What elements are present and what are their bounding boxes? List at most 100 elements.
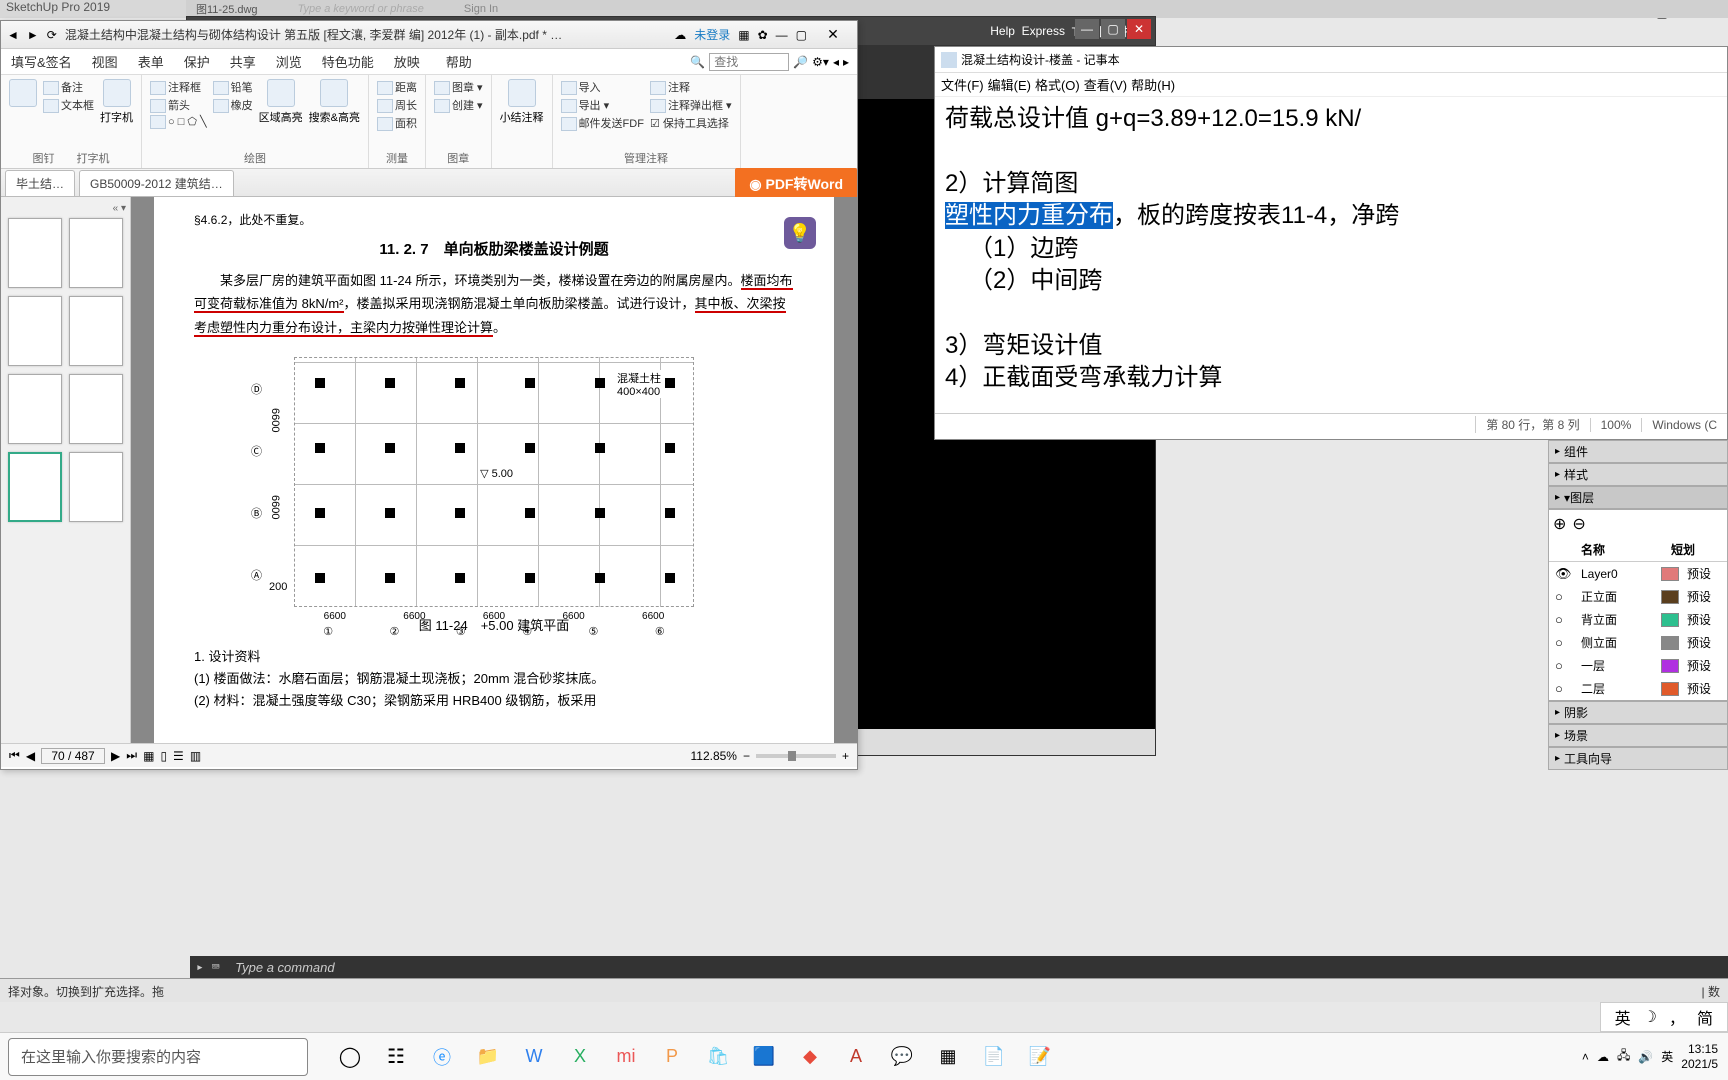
add-layer-icon[interactable]: ⊕ bbox=[1553, 514, 1566, 534]
rib-comment-box[interactable]: 注释框 bbox=[150, 79, 207, 95]
refresh-icon[interactable]: ⟳ bbox=[47, 28, 57, 42]
mi-icon[interactable]: mi bbox=[604, 1035, 648, 1079]
edge-icon[interactable]: ⓔ bbox=[420, 1035, 464, 1079]
notepad-text-area[interactable]: 荷载总设计值 g+q=3.89+12.0=15.9 kN/ 2）计算简图 塑性内… bbox=[935, 97, 1727, 413]
rib-pushpin[interactable] bbox=[9, 79, 37, 125]
layer-row[interactable]: ○ 正立面 预设 bbox=[1549, 585, 1727, 608]
skin-icon[interactable]: ✿ bbox=[758, 28, 768, 42]
page-indicator[interactable]: 70 / 487 bbox=[41, 748, 105, 764]
nav-next-icon[interactable]: ▶ bbox=[111, 749, 120, 763]
store-icon[interactable]: 🛍 bbox=[696, 1035, 740, 1079]
pdf-menu-sign[interactable]: 填写&签名 bbox=[1, 52, 82, 71]
rib-annot[interactable]: 注释 bbox=[650, 79, 732, 95]
rib-annot-popup[interactable]: 注释弹出框 ▾ bbox=[650, 97, 732, 113]
layer-color-swatch[interactable] bbox=[1661, 567, 1679, 581]
su-panel-styles[interactable]: 样式 bbox=[1548, 463, 1728, 486]
rib-typewriter[interactable]: 打字机 bbox=[100, 79, 133, 125]
np-menu-edit[interactable]: 编辑(E) bbox=[988, 75, 1031, 94]
visibility-icon[interactable]: ○ bbox=[1555, 658, 1573, 673]
page-thumbnail[interactable] bbox=[8, 218, 62, 288]
remove-layer-icon[interactable]: ⊖ bbox=[1572, 514, 1585, 534]
page-thumbnail[interactable] bbox=[69, 296, 123, 366]
zoom-slider[interactable] bbox=[756, 754, 836, 758]
visibility-icon[interactable]: ○ bbox=[1555, 681, 1573, 696]
ime-toolbar[interactable]: 英 ☽ ， 简 bbox=[1600, 1002, 1728, 1032]
rib-keep-tool[interactable]: ☑ 保持工具选择 bbox=[650, 115, 732, 131]
autocad-menu-help[interactable]: Help bbox=[990, 24, 1015, 38]
page-thumbnail[interactable] bbox=[8, 296, 62, 366]
layer-color-swatch[interactable] bbox=[1661, 590, 1679, 604]
visibility-icon[interactable]: 👁 bbox=[1555, 566, 1573, 582]
search-next-icon[interactable]: ▸ bbox=[843, 55, 849, 69]
page-thumbnail-selected[interactable] bbox=[8, 452, 62, 522]
layer-color-swatch[interactable] bbox=[1661, 613, 1679, 627]
excel-icon[interactable]: X bbox=[558, 1035, 602, 1079]
page-thumbnail[interactable] bbox=[69, 452, 123, 522]
visibility-icon[interactable]: ○ bbox=[1555, 589, 1573, 604]
pdf-menu-view[interactable]: 视图 bbox=[82, 52, 128, 71]
layout-double-icon[interactable]: ▥ bbox=[190, 749, 201, 763]
layer-row[interactable]: ○ 二层 预设 bbox=[1549, 677, 1727, 700]
cad-signin[interactable]: Sign In bbox=[464, 3, 498, 15]
pdf-tab[interactable]: 毕土结… bbox=[5, 170, 75, 196]
tray-cloud-icon[interactable]: ☁ bbox=[1597, 1050, 1609, 1064]
ime-simplified[interactable]: 简 bbox=[1697, 1005, 1713, 1029]
layer-row[interactable]: 👁 Layer0 预设 bbox=[1549, 562, 1727, 585]
ime-lang[interactable]: 英 bbox=[1615, 1005, 1631, 1029]
pdf-close[interactable]: ✕ bbox=[815, 26, 851, 43]
su-panel-shadows[interactable]: 阴影 bbox=[1548, 701, 1728, 724]
rib-shapes[interactable]: ○ □ ⬠ ╲ bbox=[150, 115, 207, 129]
forward-icon[interactable]: ► bbox=[27, 28, 39, 42]
layout-icon[interactable]: ▦ bbox=[143, 749, 154, 763]
pdf-maximize[interactable]: ▢ bbox=[796, 28, 807, 42]
search-settings-icon[interactable]: ⚙▾ bbox=[812, 55, 829, 69]
pdf-tab[interactable]: GB50009-2012 建筑结… bbox=[79, 170, 234, 196]
rib-summary[interactable]: 小结注释 bbox=[500, 79, 544, 125]
su-panel-scenes[interactable]: 场景 bbox=[1548, 724, 1728, 747]
rib-search-hl[interactable]: 搜索&高亮 bbox=[309, 79, 360, 129]
cad-search-placeholder[interactable]: Type a keyword or phrase bbox=[298, 3, 424, 15]
back-icon[interactable]: ◄ bbox=[7, 28, 19, 42]
taskbar-search[interactable]: 在这里输入你要搜索的内容 bbox=[8, 1038, 308, 1076]
pdf-taskbar-icon[interactable]: 📄 bbox=[972, 1035, 1016, 1079]
np-menu-help[interactable]: 帮助(H) bbox=[1131, 75, 1175, 94]
layer-row[interactable]: ○ 一层 预设 bbox=[1549, 654, 1727, 677]
tray-network-icon[interactable]: 🖧 bbox=[1617, 1046, 1630, 1067]
pdf-menu-feature[interactable]: 特色功能 bbox=[312, 52, 384, 71]
rib-eraser[interactable]: 橡皮 bbox=[213, 97, 253, 113]
ppt-icon[interactable]: P bbox=[650, 1035, 694, 1079]
nav-first-icon[interactable]: ⏮ bbox=[9, 748, 20, 763]
pdf-menu-share[interactable]: 共享 bbox=[220, 52, 266, 71]
ime-moon-icon[interactable]: ☽ bbox=[1643, 1007, 1657, 1027]
ac-minimize[interactable]: — bbox=[1075, 19, 1099, 39]
np-menu-file[interactable]: 文件(F) bbox=[941, 75, 984, 94]
layer-color-swatch[interactable] bbox=[1661, 636, 1679, 650]
pdf-minimize[interactable]: — bbox=[776, 28, 788, 42]
wechat-icon[interactable]: 💬 bbox=[880, 1035, 924, 1079]
notepad-taskbar-icon[interactable]: 📝 bbox=[1018, 1035, 1062, 1079]
taskbar-clock[interactable]: 13:15 2021/5 bbox=[1681, 1042, 1718, 1071]
explorer-icon[interactable]: 📁 bbox=[466, 1035, 510, 1079]
hint-bulb-icon[interactable]: 💡 bbox=[784, 217, 816, 249]
rib-email-fdf[interactable]: 邮件发送FDF bbox=[561, 115, 644, 131]
rib-pencil[interactable]: 铅笔 bbox=[213, 79, 253, 95]
grid-icon[interactable]: ▦ bbox=[738, 28, 749, 42]
search-icon[interactable]: 🔍 bbox=[690, 55, 705, 69]
layout-single-icon[interactable]: ▯ bbox=[160, 749, 167, 763]
pdf-menu-form[interactable]: 表单 bbox=[128, 52, 174, 71]
rib-create[interactable]: 创建 ▾ bbox=[434, 97, 483, 113]
autocad-menu-express[interactable]: Express bbox=[1022, 24, 1065, 38]
su-panel-instructor[interactable]: 工具向导 bbox=[1548, 747, 1728, 770]
search-go-icon[interactable]: 🔎 bbox=[793, 55, 808, 69]
rib-perimeter[interactable]: 周长 bbox=[377, 97, 417, 113]
layer-row[interactable]: ○ 侧立面 预设 bbox=[1549, 631, 1727, 654]
pdf-menu-browse[interactable]: 浏览 bbox=[266, 52, 312, 71]
ac-close[interactable]: ✕ bbox=[1127, 19, 1151, 39]
pdf-login-status[interactable]: 未登录 bbox=[694, 26, 730, 43]
nav-last-icon[interactable]: ⏭ bbox=[126, 748, 137, 763]
tray-volume-icon[interactable]: 🔊 bbox=[1638, 1050, 1653, 1064]
visibility-icon[interactable]: ○ bbox=[1555, 612, 1573, 627]
np-menu-view[interactable]: 查看(V) bbox=[1084, 75, 1127, 94]
page-thumbnail[interactable] bbox=[69, 374, 123, 444]
layer-color-swatch[interactable] bbox=[1661, 659, 1679, 673]
